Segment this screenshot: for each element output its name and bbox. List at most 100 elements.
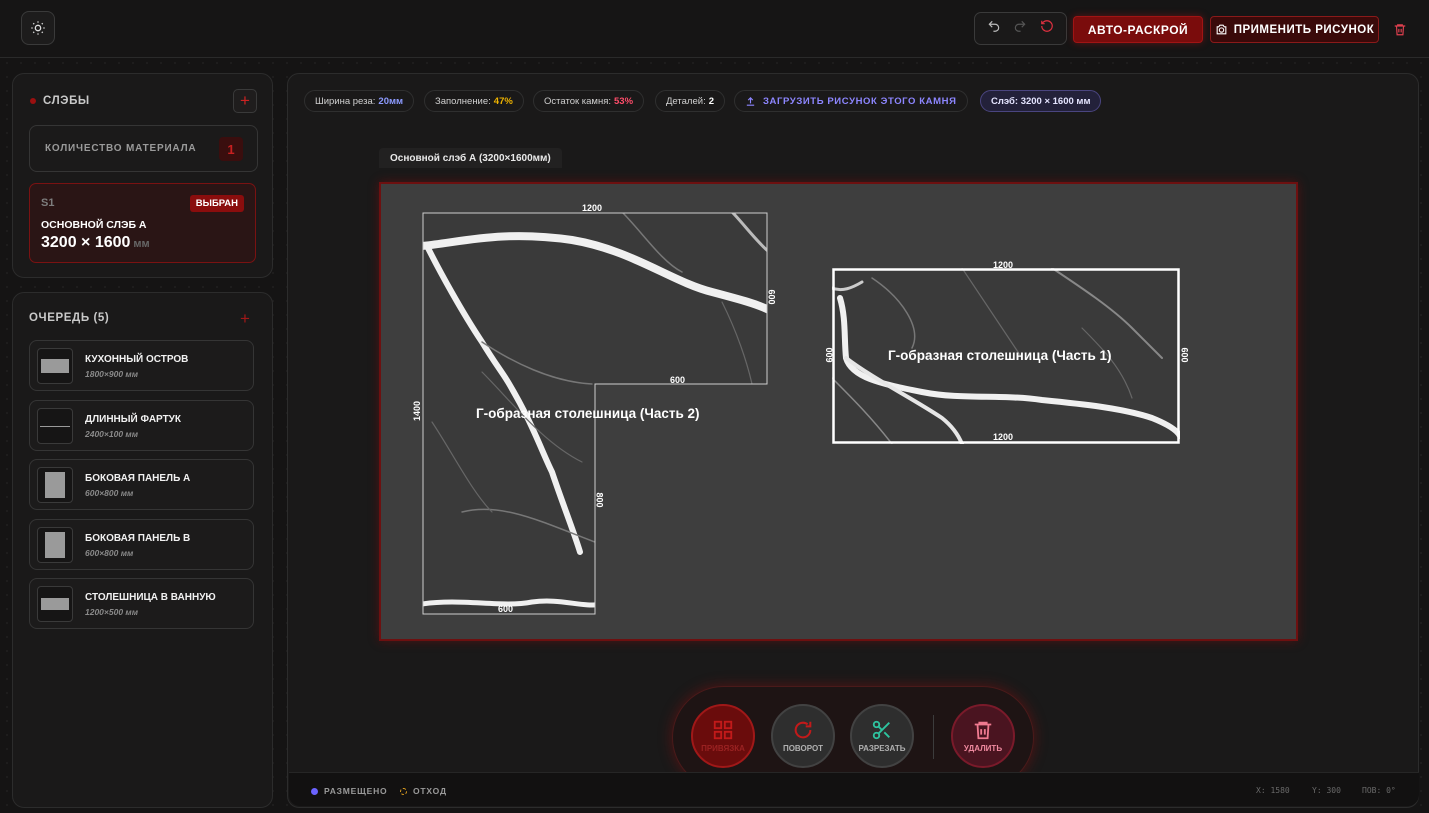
slab-size-unit: мм xyxy=(133,238,150,250)
part2-dim-right-lower: 800 xyxy=(594,492,605,508)
material-quantity: КОЛИЧЕСТВО МАТЕРИАЛА 1 xyxy=(29,125,258,172)
trash-icon xyxy=(1394,23,1406,35)
part2-dim-bottom: 600 xyxy=(498,604,514,614)
fill-chip: Заполнение: 47% xyxy=(424,90,524,112)
cut-button[interactable]: РАЗРЕЗАТЬ xyxy=(850,704,914,768)
queue-item[interactable]: БОКОВАЯ ПАНЕЛЬ А 600×800 мм xyxy=(29,459,254,510)
item-name: КУХОННЫЙ ОСТРОВ xyxy=(85,354,189,365)
upload-icon xyxy=(746,96,755,106)
slab-size: 3200 × 1600 мм xyxy=(41,234,150,252)
placed-dot xyxy=(311,787,318,795)
undo-button[interactable] xyxy=(987,19,1001,38)
parts-chip: Деталей: 2 xyxy=(655,90,725,112)
auto-cut-button[interactable]: АВТО-РАСКРОЙ xyxy=(1073,16,1203,43)
item-thumbnail xyxy=(37,527,73,563)
add-queue-item-button[interactable]: + xyxy=(233,307,257,331)
camera-icon xyxy=(1216,24,1227,35)
waste-label: ОТХОД xyxy=(413,786,447,796)
parts-label: Деталей: xyxy=(666,95,706,107)
snap-button[interactable]: ПРИВЯЗКА xyxy=(691,704,755,768)
history-controls xyxy=(974,12,1067,45)
item-thumbnail xyxy=(37,348,73,384)
add-slab-button[interactable]: + xyxy=(233,89,257,113)
upload-label: ЗАГРУЗИТЬ РИСУНОК ЭТОГО КАМНЯ xyxy=(763,95,957,107)
apply-image-button[interactable]: ПРИМЕНИТЬ РИСУНОК xyxy=(1210,16,1379,43)
redo-icon xyxy=(1015,20,1026,32)
item-dims: 2400×100 мм xyxy=(85,429,138,439)
delete-all-button[interactable] xyxy=(1391,20,1409,38)
item-name: СТОЛЕШНИЦА В ВАННУЮ xyxy=(85,592,216,603)
dock-separator xyxy=(933,715,934,759)
slabs-dot xyxy=(30,98,36,104)
rotation-readout: ПОВ: 0° xyxy=(1362,786,1396,795)
rotate-icon xyxy=(794,721,812,739)
kerf-value: 20мм xyxy=(378,95,404,107)
slab-name: ОСНОВНОЙ СЛЭБ А xyxy=(41,219,147,231)
queue-item[interactable]: БОКОВАЯ ПАНЕЛЬ B 600×800 мм xyxy=(29,519,254,570)
item-thumbnail xyxy=(37,467,73,503)
part1-title: Г-образная столешница (Часть 1) xyxy=(888,348,1112,363)
parts-value: 2 xyxy=(708,95,714,107)
item-name: БОКОВАЯ ПАНЕЛЬ B xyxy=(85,533,191,544)
slab-size-value: 3200 × 1600 xyxy=(41,234,131,251)
item-thumbnail xyxy=(37,586,73,622)
delete-label: УДАЛИТЬ xyxy=(963,744,1003,753)
item-name: ДЛИННЫЙ ФАРТУК xyxy=(85,414,182,425)
item-dims: 1800×900 мм xyxy=(85,369,138,379)
plus-icon: + xyxy=(240,309,250,328)
queue-item[interactable]: СТОЛЕШНИЦА В ВАННУЮ 1200×500 мм xyxy=(29,578,254,629)
rotate-label: ПОВОРОТ xyxy=(782,744,824,753)
fill-value: 47% xyxy=(493,95,513,107)
apply-image-label: ПРИМЕНИТЬ РИСУНОК xyxy=(1233,23,1375,36)
trash-icon xyxy=(974,721,992,740)
status-bar: РАЗМЕЩЕНО ОТХОД X: 1580 Y: 300 ПОВ: 0° xyxy=(289,772,1419,806)
remain-chip: Остаток камня: 53% xyxy=(533,90,645,112)
snap-label: ПРИВЯЗКА xyxy=(701,744,745,753)
slab-canvas: 1200 600 600 1400 800 600 Г-образная сто… xyxy=(379,182,1298,641)
quantity-label: КОЛИЧЕСТВО МАТЕРИАЛА xyxy=(45,143,197,154)
kerf-label: Ширина реза: xyxy=(315,95,376,107)
upload-image-button[interactable]: ЗАГРУЗИТЬ РИСУНОК ЭТОГО КАМНЯ xyxy=(734,90,968,112)
queue-item[interactable]: КУХОННЫЙ ОСТРОВ 1800×900 мм xyxy=(29,340,254,391)
reset-button[interactable] xyxy=(1040,19,1054,38)
sun-icon xyxy=(31,21,45,35)
reset-icon xyxy=(1040,20,1053,32)
item-dims: 1200×500 мм xyxy=(85,607,138,617)
part2-dim-left: 1400 xyxy=(412,400,423,422)
slab-size-chip: Слэб: 3200 × 1600 мм xyxy=(980,90,1102,112)
legend-waste: ОТХОД xyxy=(400,786,447,796)
coord-y: Y: 300 xyxy=(1312,786,1341,795)
queue-item[interactable]: ДЛИННЫЙ ФАРТУК 2400×100 мм xyxy=(29,400,254,451)
remain-value: 53% xyxy=(614,95,634,107)
workspace-panel: Ширина реза: 20мм Заполнение: 47% Остаток … xyxy=(287,73,1419,808)
selected-badge: ВЫБРАН xyxy=(189,195,244,212)
grid-icon xyxy=(713,720,733,740)
part2-title: Г-образная столешница (Часть 2) xyxy=(476,406,700,421)
cut-label: РАЗРЕЗАТЬ xyxy=(858,744,906,753)
slab-canvas-label: Основной слэб А (3200×1600мм) xyxy=(379,148,562,168)
slabs-panel: СЛЭБЫ + КОЛИЧЕСТВО МАТЕРИАЛА 1 S1 ВЫБРАН… xyxy=(12,73,273,278)
theme-toggle-button[interactable] xyxy=(21,11,55,45)
scissors-icon xyxy=(872,720,890,740)
part2-dim-inner-bottom: 600 xyxy=(670,375,686,385)
item-thumbnail xyxy=(37,408,73,444)
item-name: БОКОВАЯ ПАНЕЛЬ А xyxy=(85,473,191,484)
queue-title: ОЧЕРЕДЬ (5) xyxy=(29,312,110,324)
part1-dim-right: 600 xyxy=(1179,347,1190,363)
slab-card-s1[interactable]: S1 ВЫБРАН ОСНОВНОЙ СЛЭБ А 3200 × 1600 мм xyxy=(29,183,256,263)
fill-label: Заполнение: xyxy=(435,95,491,107)
coord-x: X: 1580 xyxy=(1256,786,1290,795)
queue-panel: ОЧЕРЕДЬ (5) + КУХОННЫЙ ОСТРОВ 1800×900 м… xyxy=(12,292,273,808)
quantity-value[interactable]: 1 xyxy=(219,137,243,161)
slabs-title: СЛЭБЫ xyxy=(43,95,90,107)
undo-icon xyxy=(988,20,1000,32)
delete-button[interactable]: УДАЛИТЬ xyxy=(951,704,1015,768)
legend-placed: РАЗМЕЩЕНО xyxy=(311,786,387,796)
rotate-button[interactable]: ПОВОРОТ xyxy=(771,704,835,768)
placed-label: РАЗМЕЩЕНО xyxy=(324,786,388,796)
redo-button[interactable] xyxy=(1013,19,1027,38)
item-dims: 600×800 мм xyxy=(85,488,134,498)
plus-icon: + xyxy=(240,91,250,110)
top-bar: АВТО-РАСКРОЙ ПРИМЕНИТЬ РИСУНОК xyxy=(0,0,1429,58)
part1-dim-top: 1200 xyxy=(993,260,1014,270)
